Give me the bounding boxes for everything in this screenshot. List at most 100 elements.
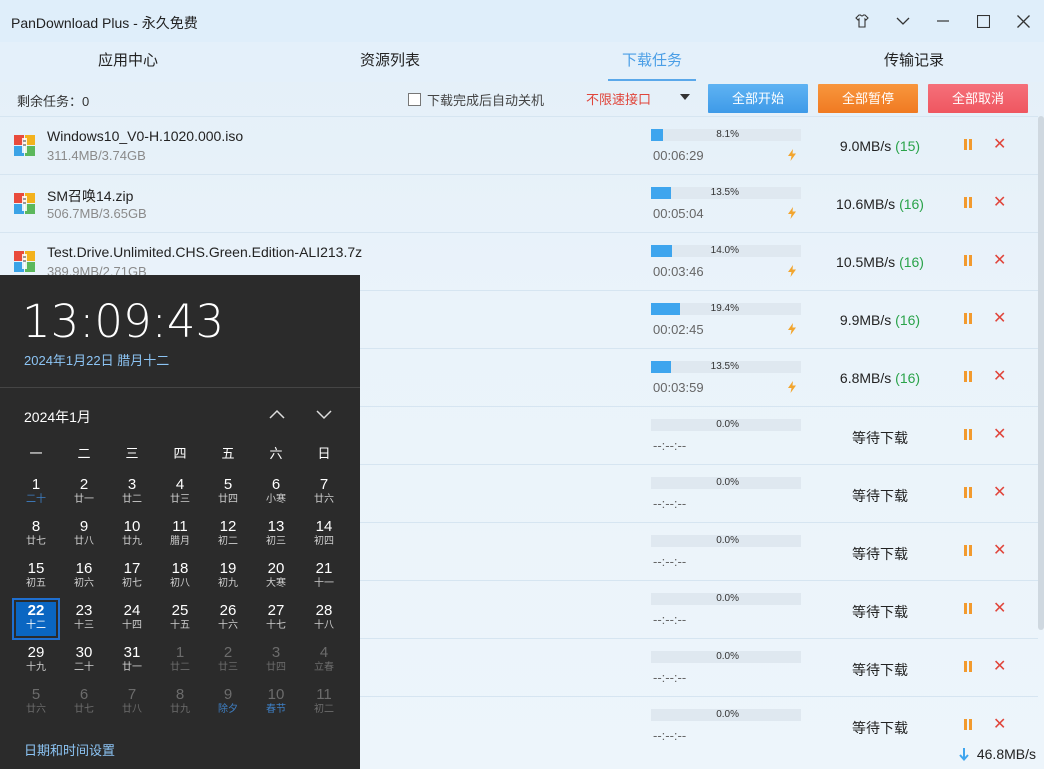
tab-download-tasks[interactable]: 下载任务 — [582, 42, 722, 82]
calendar-day[interactable]: 2 廿一 — [60, 472, 108, 514]
speed-mode-select[interactable]: 不限速接口 — [586, 89, 692, 109]
close-icon[interactable] — [1010, 8, 1036, 34]
minimize-icon[interactable] — [930, 8, 956, 34]
calendar-day[interactable]: 9 除夕 — [204, 682, 252, 724]
calendar-day[interactable]: 8 廿七 — [12, 514, 60, 556]
pause-icon[interactable] — [963, 255, 975, 267]
calendar-day[interactable]: 23 十三 — [60, 598, 108, 640]
calendar-day[interactable]: 1 廿二 — [156, 640, 204, 682]
chevron-down-icon[interactable] — [890, 8, 916, 34]
pause-all-button[interactable]: 全部暂停 — [818, 84, 918, 113]
calendar-day[interactable]: 6 廿七 — [60, 682, 108, 724]
calendar-day[interactable]: 11 腊月 — [156, 514, 204, 556]
calendar-day[interactable]: 21 十一 — [300, 556, 348, 598]
calendar-day[interactable]: 26 十六 — [204, 598, 252, 640]
lunar-label: 初六 — [74, 578, 94, 589]
calendar-day[interactable]: 28 十八 — [300, 598, 348, 640]
remove-icon[interactable]: ✕ — [993, 195, 1006, 211]
calendar-day[interactable]: 20 大寒 — [252, 556, 300, 598]
calendar-day[interactable]: 6 小寒 — [252, 472, 300, 514]
remove-icon[interactable]: ✕ — [993, 427, 1006, 443]
download-row[interactable]: SM召唤14.zip 506.7MB/3.65GB 13.5% 00:05:04 10.… — [0, 174, 1038, 232]
calendar-day[interactable]: 30 二十 — [60, 640, 108, 682]
calendar-day[interactable]: 10 廿九 — [108, 514, 156, 556]
calendar-day[interactable]: 5 廿六 — [12, 682, 60, 724]
shirt-icon[interactable] — [849, 8, 875, 34]
lunar-label: 廿一 — [122, 662, 142, 673]
pause-icon[interactable] — [963, 313, 975, 325]
previous-month-button[interactable] — [266, 403, 288, 425]
calendar-day[interactable]: 31 廿一 — [108, 640, 156, 682]
pause-icon[interactable] — [963, 429, 975, 441]
calendar-day[interactable]: 18 初八 — [156, 556, 204, 598]
tab-transfer-history[interactable]: 传输记录 — [844, 42, 984, 82]
remove-icon[interactable]: ✕ — [993, 137, 1006, 153]
calendar-day[interactable]: 3 廿四 — [252, 640, 300, 682]
pause-icon[interactable] — [963, 719, 975, 731]
calendar-day[interactable]: 15 初五 — [12, 556, 60, 598]
speed-value: 6.8MB/s — [839, 370, 892, 386]
tab-app-center[interactable]: 应用中心 — [58, 42, 198, 82]
pause-icon[interactable] — [963, 139, 975, 151]
calendar-day[interactable]: 2 廿三 — [204, 640, 252, 682]
remove-icon[interactable]: ✕ — [993, 369, 1006, 385]
calendar-day[interactable]: 19 初九 — [204, 556, 252, 598]
calendar-day[interactable]: 8 廿九 — [156, 682, 204, 724]
day-number: 5 — [223, 476, 233, 493]
scrollbar[interactable] — [1038, 116, 1044, 630]
calendar-day[interactable]: 3 廿二 — [108, 472, 156, 514]
progress-percent: 0.0% — [716, 419, 739, 430]
remove-icon[interactable]: ✕ — [993, 253, 1006, 269]
auto-shutdown-option[interactable]: 下载完成后自动关机 — [408, 90, 544, 109]
auto-shutdown-checkbox[interactable] — [408, 93, 421, 106]
calendar-day[interactable]: 17 初七 — [108, 556, 156, 598]
calendar-day[interactable]: 12 初二 — [204, 514, 252, 556]
calendar-day[interactable]: 1 二十 — [12, 472, 60, 514]
calendar-month-label[interactable]: 2024年1月 — [24, 407, 91, 427]
date-time-settings-link[interactable]: 日期和时间设置 — [24, 740, 115, 759]
next-month-button[interactable] — [313, 403, 335, 425]
progress-bar: 0.0% — [651, 593, 801, 605]
time-remaining: --:--:-- — [653, 612, 687, 627]
download-row[interactable]: Windows10_V0-H.1020.000.iso 311.4MB/3.74G… — [0, 116, 1038, 174]
calendar-day[interactable]: 7 廿八 — [108, 682, 156, 724]
pause-icon[interactable] — [963, 603, 975, 615]
remove-icon[interactable]: ✕ — [993, 311, 1006, 327]
tab-resource-list[interactable]: 资源列表 — [320, 42, 460, 82]
pause-icon[interactable] — [963, 545, 975, 557]
remove-icon[interactable]: ✕ — [993, 601, 1006, 617]
speed-value: 等待下载 — [852, 604, 908, 620]
pause-icon[interactable] — [963, 197, 975, 209]
calendar-day[interactable]: 25 十五 — [156, 598, 204, 640]
calendar-day[interactable]: 7 廿六 — [300, 472, 348, 514]
calendar-day[interactable]: 27 十七 — [252, 598, 300, 640]
pause-icon[interactable] — [963, 661, 975, 673]
calendar-day[interactable]: 4 立春 — [300, 640, 348, 682]
day-number: 29 — [27, 644, 45, 661]
lightning-icon — [788, 207, 796, 219]
pause-icon[interactable] — [963, 371, 975, 383]
day-number: 4 — [175, 476, 185, 493]
calendar-day[interactable]: 9 廿八 — [60, 514, 108, 556]
calendar-day[interactable]: 5 廿四 — [204, 472, 252, 514]
calendar-day[interactable]: 11 初二 — [300, 682, 348, 724]
calendar-day[interactable]: 29 十九 — [12, 640, 60, 682]
calendar-day[interactable]: 16 初六 — [60, 556, 108, 598]
remove-icon[interactable]: ✕ — [993, 543, 1006, 559]
remove-icon[interactable]: ✕ — [993, 659, 1006, 675]
connection-count: (16) — [899, 254, 924, 270]
start-all-button[interactable]: 全部开始 — [708, 84, 808, 113]
calendar-day-today[interactable]: 22 十二 — [12, 598, 60, 640]
remove-icon[interactable]: ✕ — [993, 485, 1006, 501]
calendar-day[interactable]: 10 春节 — [252, 682, 300, 724]
calendar-day[interactable]: 4 廿三 — [156, 472, 204, 514]
calendar-day[interactable]: 13 初三 — [252, 514, 300, 556]
calendar-day[interactable]: 24 十四 — [108, 598, 156, 640]
progress-percent: 19.4% — [710, 303, 739, 314]
pause-icon[interactable] — [963, 487, 975, 499]
cancel-all-button[interactable]: 全部取消 — [928, 84, 1028, 113]
maximize-icon[interactable] — [970, 8, 996, 34]
calendar-day[interactable]: 14 初四 — [300, 514, 348, 556]
clock-date-link[interactable]: 2024年1月22日 腊月十二 — [24, 350, 169, 369]
remove-icon[interactable]: ✕ — [993, 717, 1006, 733]
